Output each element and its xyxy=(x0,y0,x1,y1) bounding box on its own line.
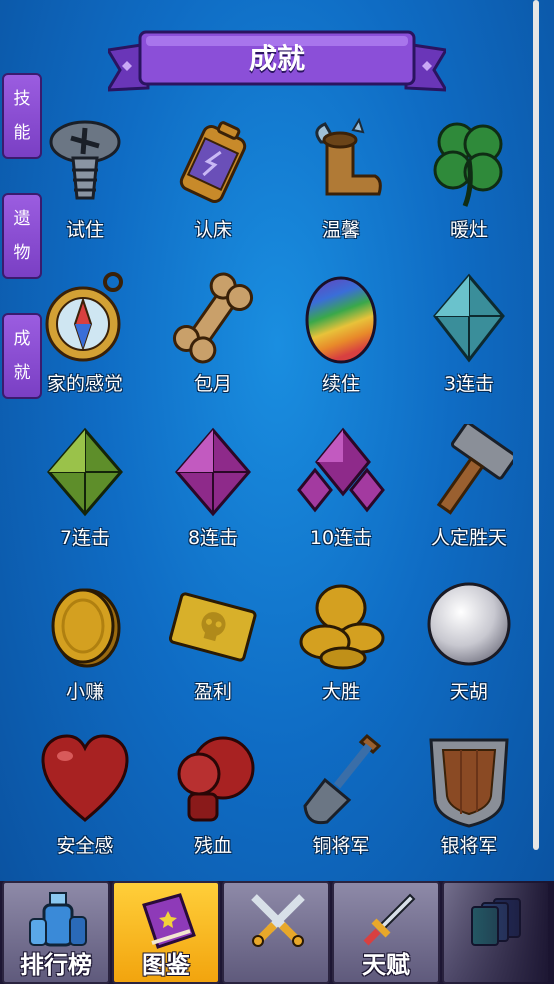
bottom-nav: 排行榜 图鉴 天赋 xyxy=(0,881,554,984)
achievement-label: 暖灶 xyxy=(449,219,488,241)
achievement-label: 7连击 xyxy=(59,527,111,549)
achievement-label: 人定胜天 xyxy=(430,527,507,549)
achievement-item[interactable]: 认床 xyxy=(149,116,277,266)
compass-icon xyxy=(45,272,123,362)
nav-talent-label: 天赋 xyxy=(362,951,410,979)
scrollbar[interactable] xyxy=(533,0,539,850)
sword-icon xyxy=(363,893,416,946)
achievement-item[interactable]: 安全感 xyxy=(21,732,149,882)
nav-leaderboard-label: 排行榜 xyxy=(20,951,92,979)
achievement-label: 大胜 xyxy=(321,681,360,703)
screw-icon xyxy=(49,120,121,200)
achievement-item[interactable]: 10连击 xyxy=(277,424,405,574)
shovel-icon xyxy=(303,733,382,825)
achievement-label: 8连击 xyxy=(187,527,239,549)
crossed-swords-icon xyxy=(251,894,305,947)
potion-bottles-icon xyxy=(29,892,87,947)
achievement-label: 残血 xyxy=(193,835,232,857)
purple-gem-icon xyxy=(175,427,251,517)
achievement-label: 认床 xyxy=(193,219,232,241)
achievement-item[interactable]: 小赚 xyxy=(21,578,149,728)
achievement-item[interactable]: 温馨 xyxy=(277,116,405,266)
nav-fade-overlay xyxy=(440,881,554,984)
title-banner: 成就 xyxy=(105,30,449,94)
clover-icon xyxy=(433,122,503,207)
achievement-item[interactable]: 人定胜天 xyxy=(405,424,533,574)
hammer-icon xyxy=(436,424,513,515)
achievement-item[interactable]: 3连击 xyxy=(405,270,533,420)
achievement-label: 安全感 xyxy=(56,835,114,857)
shield-icon xyxy=(429,738,509,828)
achievement-label: 包月 xyxy=(193,373,232,395)
tab-skills-char1: 技 xyxy=(13,89,31,109)
achievement-label: 银将军 xyxy=(440,835,498,857)
nav-battle[interactable] xyxy=(222,881,330,984)
achievement-item[interactable]: 包月 xyxy=(149,270,277,420)
achievement-label: 试住 xyxy=(65,219,104,241)
gem-cluster-icon xyxy=(297,427,385,513)
teal-gem-icon xyxy=(433,273,505,363)
bone-icon xyxy=(172,272,254,364)
page-title: 成就 xyxy=(248,42,305,75)
nav-talent[interactable]: 天赋 xyxy=(332,881,440,984)
achievement-item[interactable]: 家的感觉 xyxy=(21,270,149,420)
book-icon xyxy=(142,893,196,949)
nav-codex[interactable]: 图鉴 xyxy=(112,881,220,984)
rainbow-egg-icon xyxy=(305,276,377,364)
achievement-item[interactable]: 铜将军 xyxy=(277,732,405,882)
nav-codex-label: 图鉴 xyxy=(142,951,190,979)
achievement-label: 续住 xyxy=(321,373,360,395)
pearl-icon xyxy=(427,582,511,666)
achievement-item[interactable]: 试住 xyxy=(21,116,149,266)
achievement-label: 铜将军 xyxy=(312,835,370,857)
boxing-glove-icon xyxy=(177,736,255,822)
green-gem-icon xyxy=(47,427,123,517)
achievement-label: 家的感觉 xyxy=(46,373,123,395)
nav-leaderboard[interactable]: 排行榜 xyxy=(2,881,110,984)
achievement-label: 温馨 xyxy=(321,219,360,241)
battery-icon xyxy=(179,121,247,203)
achievement-label: 3连击 xyxy=(443,373,495,395)
achievement-item[interactable]: 盈利 xyxy=(149,578,277,728)
achievement-item[interactable]: 天胡 xyxy=(405,578,533,728)
achievement-item[interactable]: 暖灶 xyxy=(405,116,533,266)
achievement-item[interactable]: 8连击 xyxy=(149,424,277,574)
achievement-label: 盈利 xyxy=(193,681,232,703)
achievement-item[interactable]: 7连击 xyxy=(21,424,149,574)
achievement-item[interactable]: 银将军 xyxy=(405,732,533,882)
skull-ticket-icon xyxy=(169,592,257,662)
heart-icon xyxy=(41,734,129,822)
achievement-label: 小赚 xyxy=(65,681,104,703)
achievement-label: 天胡 xyxy=(449,681,488,703)
achievement-item[interactable]: 续住 xyxy=(277,270,405,420)
achievement-item[interactable]: 大胜 xyxy=(277,578,405,728)
coin-pile-icon xyxy=(299,584,385,670)
coin-icon xyxy=(51,588,121,668)
achievement-item[interactable]: 残血 xyxy=(149,732,277,882)
winged-boot-icon xyxy=(315,117,382,196)
achievement-label: 10连击 xyxy=(309,527,373,549)
